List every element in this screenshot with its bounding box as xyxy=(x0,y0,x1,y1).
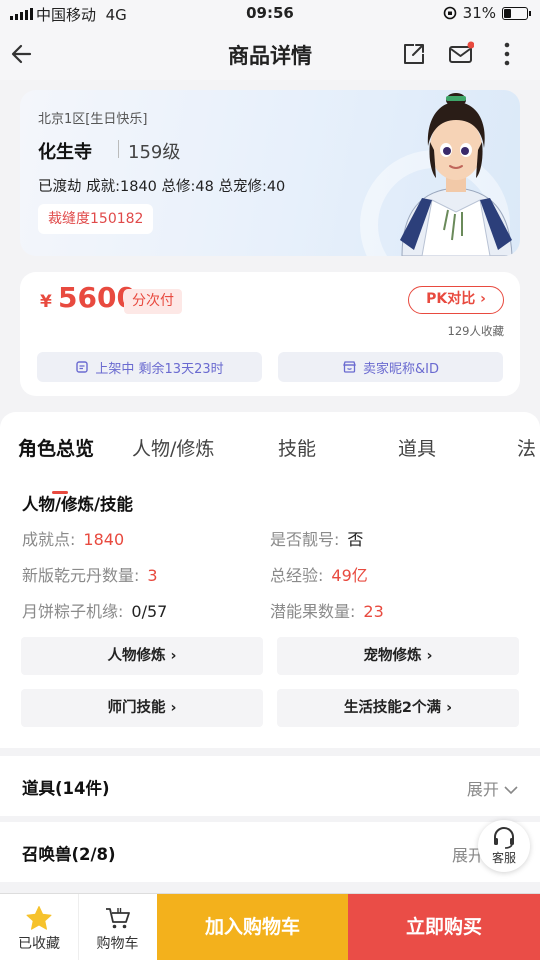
premium-id-flag: 是否靓号: 否 xyxy=(270,530,364,549)
server-label: 北京1区[生日快乐] xyxy=(38,112,148,127)
currency-symbol: ¥ xyxy=(40,292,52,312)
total-experience: 总经验: 49亿 xyxy=(270,566,368,585)
role-summary-card: 北京1区[生日快乐] 化生寺 159级 已渡劫 成就:1840 总修:48 总宠… xyxy=(20,90,520,256)
chevron-right-icon: › xyxy=(446,700,453,716)
bottom-action-bar: 已收藏 购物车 加入购物车 立即购买 xyxy=(0,893,540,960)
qianyuan-pill-count: 新版乾元丹数量: 3 xyxy=(22,566,158,585)
pk-compare-button[interactable]: PK对比 › xyxy=(408,286,504,314)
character-portrait-image xyxy=(400,93,513,256)
battery-percent: 31% xyxy=(462,4,496,22)
items-section[interactable]: 道具(14件) 展开 xyxy=(0,756,540,816)
role-sect: 化生寺 xyxy=(38,142,92,163)
seller-info-button[interactable]: 卖家昵称&ID xyxy=(278,352,503,382)
character-training-button[interactable]: 人物修炼 › xyxy=(21,637,263,675)
nav-bar: 商品详情 xyxy=(0,28,540,80)
chevron-down-icon xyxy=(504,786,518,795)
tab-overview[interactable]: 角色总览 xyxy=(18,434,94,461)
service-label: 客服 xyxy=(491,851,516,865)
headset-icon xyxy=(494,827,514,849)
status-bar: 中国移动 4G 09:56 31% xyxy=(0,0,540,28)
tab-bar: 角色总览 人物/修炼 技能 道具 法 xyxy=(0,434,540,494)
favorite-button[interactable]: 已收藏 xyxy=(0,894,78,960)
detail-panel: 角色总览 人物/修炼 技能 道具 法 人物/修炼/技能 成就点: 1840 是否靓… xyxy=(0,412,540,748)
chevron-right-icon: › xyxy=(426,648,433,664)
installment-badge[interactable]: 分次付 xyxy=(124,289,182,314)
tab-magic[interactable]: 法 xyxy=(517,434,536,461)
achievement-points: 成就点: 1840 xyxy=(22,530,125,549)
summon-beasts-section[interactable]: 召唤兽(2/8) 展开 xyxy=(0,822,540,882)
expand-toggle[interactable]: 展开 xyxy=(467,776,518,800)
festival-chance: 月饼粽子机缘: 0/57 xyxy=(22,602,168,621)
battery-icon xyxy=(502,6,531,20)
buy-now-button[interactable]: 立即购买 xyxy=(348,894,540,960)
potential-fruit-count: 潜能果数量: 23 xyxy=(270,602,384,621)
orientation-lock-icon xyxy=(443,6,456,20)
role-level: 159级 xyxy=(128,142,181,163)
listing-status-pill: 上架中 剩余13天23时 xyxy=(37,352,262,382)
role-stats: 已渡劫 成就:1840 总修:48 总宠修:40 xyxy=(38,179,286,195)
summon-section-title: 召唤兽(2/8) xyxy=(22,845,116,864)
favorites-count: 129人收藏 xyxy=(447,324,504,338)
share-icon[interactable] xyxy=(401,41,427,67)
shopping-cart-icon xyxy=(105,908,130,929)
chevron-right-icon: › xyxy=(170,648,177,664)
pet-training-button[interactable]: 宠物修炼 › xyxy=(277,637,519,675)
shop-icon xyxy=(343,361,356,373)
chevron-right-icon: › xyxy=(170,700,177,716)
mail-icon[interactable] xyxy=(448,41,474,67)
add-to-cart-button[interactable]: 加入购物车 xyxy=(157,894,348,960)
sect-skills-button[interactable]: 师门技能 › xyxy=(21,689,263,727)
tailoring-badge: 裁缝度150182 xyxy=(38,204,154,234)
listing-icon xyxy=(76,361,89,373)
life-skills-button[interactable]: 生活技能2个满 › xyxy=(277,689,519,727)
divider xyxy=(118,140,119,158)
section-title: 人物/修炼/技能 xyxy=(22,495,134,514)
items-section-title: 道具(14件) xyxy=(22,779,110,798)
chevron-right-icon: › xyxy=(480,291,486,307)
tab-character-training[interactable]: 人物/修炼 xyxy=(132,434,214,461)
cart-button[interactable]: 购物车 xyxy=(78,894,156,960)
price-card: ¥ 5600 分次付 PK对比 › 129人收藏 上架中 剩余13天23时 卖家… xyxy=(20,272,520,396)
tab-items[interactable]: 道具 xyxy=(398,434,436,461)
star-icon xyxy=(26,906,52,930)
more-icon[interactable] xyxy=(494,41,520,67)
customer-service-button[interactable]: 客服 xyxy=(478,820,530,872)
tab-skills[interactable]: 技能 xyxy=(278,434,316,461)
